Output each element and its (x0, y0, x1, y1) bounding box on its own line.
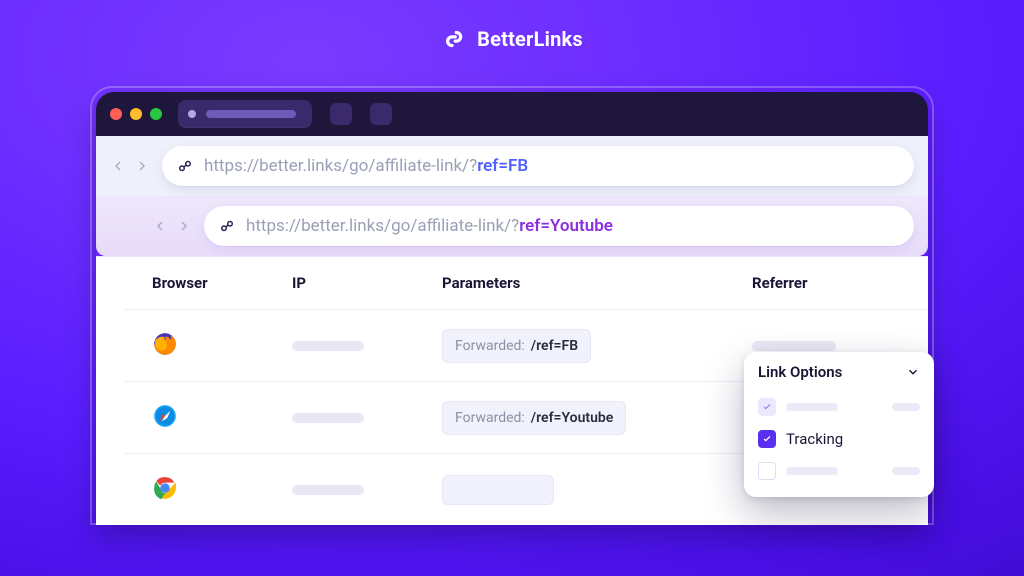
cell-ip (292, 485, 442, 495)
popover-option[interactable] (756, 391, 922, 423)
cell-params: Forwarded: /ref=FB (442, 329, 752, 363)
url-input-secondary[interactable]: https://better.links/go/affiliate-link/?… (204, 206, 914, 246)
cell-params: Forwarded: /ref=Youtube (442, 401, 752, 435)
nav-back-icon[interactable] (152, 218, 168, 234)
url-text: https://better.links/go/affiliate-link/?… (204, 156, 528, 176)
option-label: Tracking (786, 430, 843, 448)
window-minimize-icon[interactable] (130, 108, 142, 120)
popover-option[interactable] (756, 455, 922, 487)
window-close-icon[interactable] (110, 108, 122, 120)
popover-header[interactable]: Link Options (756, 361, 922, 391)
option-aux-skeleton (892, 467, 920, 475)
ip-skeleton (292, 341, 364, 351)
forwarded-badge: Forwarded: /ref=FB (442, 329, 591, 363)
site-info-icon[interactable] (218, 217, 236, 235)
cell-referrer (752, 341, 900, 351)
checkbox-soft-icon[interactable] (758, 398, 776, 416)
tab-secondary[interactable] (330, 103, 352, 125)
cell-browser (152, 331, 292, 361)
cell-browser (152, 475, 292, 505)
nav-controls-secondary (152, 218, 192, 234)
browser-tab[interactable] (178, 100, 312, 128)
popover-title: Link Options (758, 363, 842, 381)
nav-back-icon[interactable] (110, 158, 126, 174)
new-tab-button[interactable] (370, 103, 392, 125)
site-info-icon[interactable] (176, 157, 194, 175)
brand: BetterLinks (441, 26, 583, 52)
ip-skeleton (292, 413, 364, 423)
cell-ip (292, 413, 442, 423)
cell-params (442, 475, 752, 505)
url-bar-secondary: https://better.links/go/affiliate-link/?… (96, 196, 928, 256)
checkbox-empty-icon[interactable] (758, 462, 776, 480)
forwarded-badge: Forwarded: /ref=Youtube (442, 401, 626, 435)
option-label-skeleton (786, 467, 838, 475)
url-input-primary[interactable]: https://better.links/go/affiliate-link/?… (162, 146, 914, 186)
tab-title-skeleton (206, 110, 296, 118)
col-params: Parameters (442, 274, 752, 292)
nav-forward-icon[interactable] (176, 218, 192, 234)
url-text: https://better.links/go/affiliate-link/?… (246, 216, 613, 236)
referrer-skeleton (752, 341, 836, 351)
col-browser: Browser (152, 274, 292, 292)
nav-controls (110, 158, 150, 174)
window-maximize-icon[interactable] (150, 108, 162, 120)
ip-skeleton (292, 485, 364, 495)
brand-logo-icon (441, 26, 467, 52)
firefox-icon (152, 331, 178, 357)
chevron-down-icon[interactable] (906, 365, 920, 379)
col-ip: IP (292, 274, 442, 292)
safari-icon (152, 403, 178, 429)
chrome-icon (152, 475, 178, 501)
checkbox-checked-icon[interactable] (758, 430, 776, 448)
cell-browser (152, 403, 292, 433)
nav-forward-icon[interactable] (134, 158, 150, 174)
col-referrer: Referrer (752, 274, 900, 292)
url-bar-primary: https://better.links/go/affiliate-link/?… (96, 136, 928, 196)
table-header: Browser IP Parameters Referrer (124, 257, 928, 309)
option-aux-skeleton (892, 403, 920, 411)
popover-option-tracking[interactable]: Tracking (756, 423, 922, 455)
browser-titlebar (96, 92, 928, 136)
cell-ip (292, 341, 442, 351)
brand-name: BetterLinks (477, 27, 583, 51)
param-skeleton (442, 475, 554, 505)
link-options-popover[interactable]: Link Options Tracking (744, 352, 934, 497)
tab-favicon-icon (188, 110, 196, 118)
option-label-skeleton (786, 403, 838, 411)
browser-window: https://better.links/go/affiliate-link/?… (96, 92, 928, 525)
